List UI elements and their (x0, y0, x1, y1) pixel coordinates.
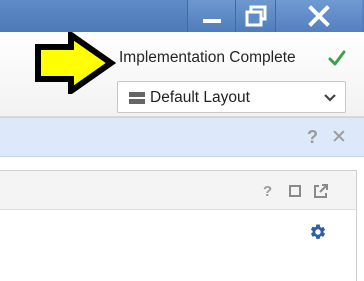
info-bar-close-button[interactable]: ✕ (331, 126, 347, 149)
restore-icon (245, 5, 267, 27)
title-bar (0, 0, 364, 32)
layout-dropdown-value: Default Layout (150, 89, 250, 106)
layout-icon (129, 92, 145, 104)
panel-header: ? (0, 171, 356, 210)
checkmark-icon (328, 50, 346, 66)
info-bar: ? ✕ (0, 117, 364, 157)
status-text: Implementation Complete (119, 49, 296, 66)
info-bar-help-button[interactable]: ? (307, 127, 318, 148)
minimize-button[interactable] (187, 0, 236, 32)
close-button[interactable] (275, 0, 362, 32)
gear-icon[interactable] (309, 223, 327, 241)
panel-help-button[interactable]: ? (263, 183, 272, 200)
maximize-icon[interactable] (289, 185, 301, 197)
chevron-down-icon (324, 94, 336, 102)
restore-button[interactable] (235, 0, 276, 32)
minimize-icon (203, 19, 221, 23)
float-window-icon[interactable] (314, 184, 328, 198)
close-icon (308, 5, 330, 27)
layout-dropdown[interactable]: Default Layout (117, 81, 346, 113)
arrow-pointer-icon (35, 32, 116, 94)
panel: ? (0, 170, 357, 281)
